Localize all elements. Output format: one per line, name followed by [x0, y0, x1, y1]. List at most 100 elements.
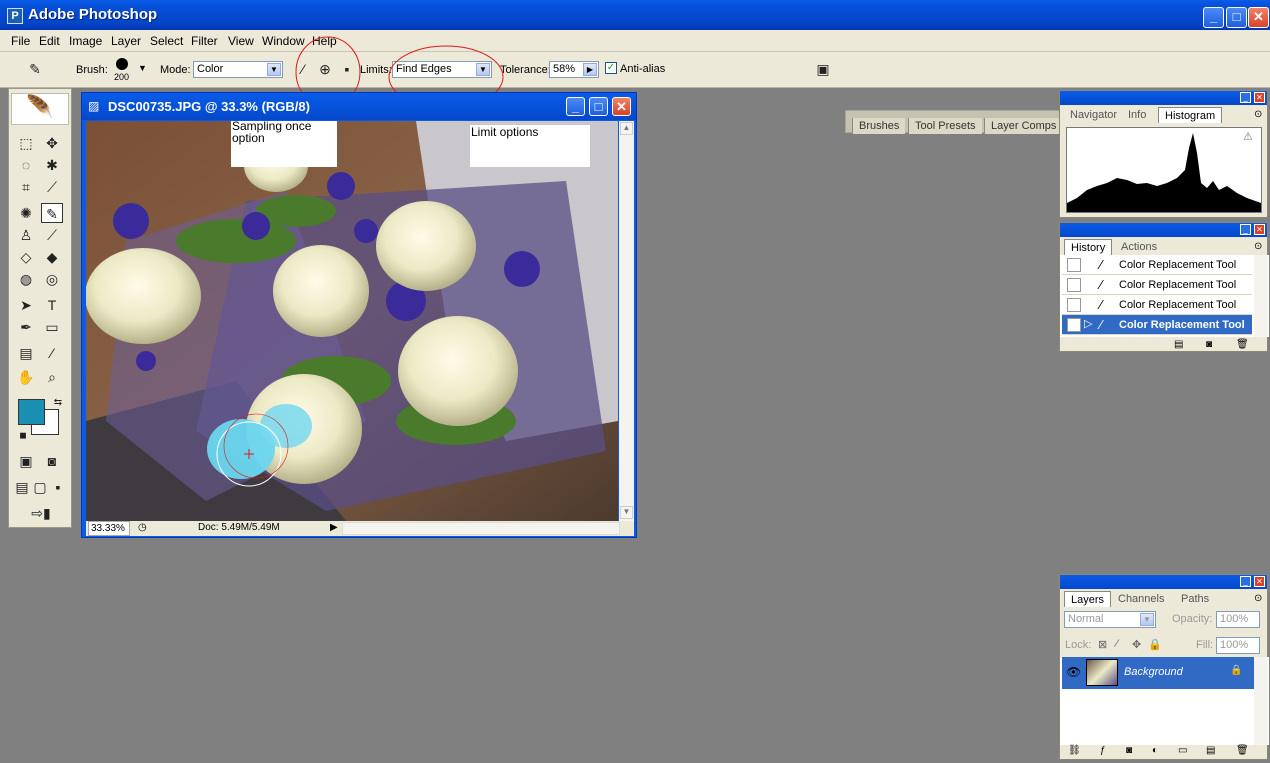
- panel-menu-icon[interactable]: ⊙: [1254, 241, 1262, 252]
- link-layers-icon[interactable]: ⛓: [1068, 745, 1081, 756]
- screen-mode-full-menu-icon[interactable]: ▢: [31, 477, 49, 497]
- menu-help[interactable]: Help: [312, 34, 337, 48]
- path-selection-tool-icon[interactable]: ➤: [15, 295, 37, 315]
- default-colors-icon[interactable]: ◼: [12, 425, 34, 445]
- panel-close-icon[interactable]: ✕: [1254, 576, 1265, 587]
- panel-minimize-icon[interactable]: _: [1240, 224, 1251, 235]
- screen-mode-full-icon[interactable]: ▪: [49, 477, 67, 497]
- lock-image-icon[interactable]: ⁄: [1116, 638, 1118, 650]
- tab-navigator[interactable]: Navigator: [1064, 107, 1123, 123]
- feather-logo-icon[interactable]: 🪶: [11, 93, 69, 125]
- mode-select[interactable]: Color ▼: [193, 61, 283, 78]
- image-canvas[interactable]: Sampling once option Limit options: [86, 121, 618, 521]
- tab-actions[interactable]: Actions: [1115, 239, 1163, 255]
- scroll-down-icon[interactable]: ▼: [620, 506, 633, 519]
- menu-select[interactable]: Select: [150, 34, 183, 48]
- well-tab-layer-comps[interactable]: Layer Comps: [984, 118, 1063, 134]
- layer-row-background[interactable]: 👁 Background 🔒: [1062, 657, 1254, 689]
- doc-minimize-button[interactable]: _: [566, 97, 585, 116]
- clone-stamp-tool-icon[interactable]: ♙: [15, 225, 37, 245]
- document-title-bar[interactable]: ▨ DSC00735.JPG @ 33.3% (RGB/8) _ □ ✕: [82, 93, 636, 120]
- dodge-tool-icon[interactable]: ◎: [41, 269, 63, 289]
- slider-arrow-icon[interactable]: ▶: [583, 63, 597, 76]
- menu-view[interactable]: View: [228, 34, 254, 48]
- healing-brush-tool-icon[interactable]: ✺: [15, 203, 37, 223]
- close-button[interactable]: ✕: [1248, 7, 1269, 28]
- tab-layers[interactable]: Layers: [1064, 591, 1112, 607]
- doc-maximize-button[interactable]: □: [589, 97, 608, 116]
- move-tool-icon[interactable]: ✥: [41, 133, 63, 153]
- blend-mode-select[interactable]: Normal ▼: [1064, 611, 1156, 628]
- histogram-panel-header[interactable]: _ ✕: [1060, 91, 1267, 105]
- menu-filter[interactable]: Filter: [191, 34, 218, 48]
- jump-to-imageready-icon[interactable]: ⇨▮: [19, 503, 63, 523]
- history-snapshot-checkbox[interactable]: [1067, 298, 1081, 312]
- scroll-up-icon[interactable]: ▲: [620, 122, 633, 135]
- zoom-level[interactable]: 33.33%: [88, 521, 130, 536]
- zoom-tool-icon[interactable]: ⌕: [41, 367, 63, 387]
- blur-tool-icon[interactable]: ◍: [15, 269, 37, 289]
- slice-tool-icon[interactable]: ⟋: [41, 177, 63, 197]
- history-panel-header[interactable]: _ ✕: [1060, 223, 1267, 237]
- history-item[interactable]: ⁄ Color Replacement Tool: [1062, 295, 1252, 315]
- standard-mode-icon[interactable]: ▣: [15, 451, 37, 471]
- maximize-button[interactable]: □: [1226, 7, 1247, 28]
- new-snapshot-icon[interactable]: ◙: [1206, 339, 1212, 350]
- tab-paths[interactable]: Paths: [1175, 591, 1215, 607]
- color-replacement-tool-icon[interactable]: ✎: [41, 203, 63, 223]
- eraser-tool-icon[interactable]: ◇: [15, 247, 37, 267]
- foreground-color-swatch[interactable]: [18, 399, 45, 425]
- quick-mask-mode-icon[interactable]: ◙: [41, 451, 63, 471]
- new-group-icon[interactable]: ▭: [1178, 745, 1187, 756]
- layers-panel-header[interactable]: _ ✕: [1060, 575, 1267, 589]
- status-menu-arrow-icon[interactable]: ▶: [330, 522, 338, 533]
- layer-style-icon[interactable]: ƒ: [1100, 745, 1106, 756]
- tab-channels[interactable]: Channels: [1112, 591, 1170, 607]
- lasso-tool-icon[interactable]: ◌: [15, 155, 37, 175]
- doc-close-button[interactable]: ✕: [612, 97, 631, 116]
- adjustment-layer-icon[interactable]: ◐: [1152, 745, 1158, 756]
- menu-layer[interactable]: Layer: [111, 34, 141, 48]
- panel-close-icon[interactable]: ✕: [1254, 224, 1265, 235]
- rectangle-tool-icon[interactable]: ▭: [41, 317, 63, 337]
- new-layer-icon[interactable]: ▤: [1206, 745, 1215, 756]
- panel-menu-icon[interactable]: ⊙: [1254, 109, 1262, 120]
- minimize-button[interactable]: _: [1203, 7, 1224, 28]
- well-tab-brushes[interactable]: Brushes: [852, 118, 906, 134]
- panel-close-icon[interactable]: ✕: [1254, 92, 1265, 103]
- paint-bucket-tool-icon[interactable]: ◆: [41, 247, 63, 267]
- tab-history[interactable]: History: [1064, 239, 1113, 255]
- panel-minimize-icon[interactable]: _: [1240, 576, 1251, 587]
- new-document-from-state-icon[interactable]: ▤: [1174, 339, 1183, 350]
- history-brush-tool-icon[interactable]: ⟋: [41, 225, 63, 245]
- swap-colors-icon[interactable]: ⇆: [47, 393, 69, 413]
- tab-histogram[interactable]: Histogram: [1158, 107, 1223, 123]
- tolerance-input[interactable]: 58% ▶: [549, 61, 599, 78]
- eyedropper-tool-icon[interactable]: ⁄: [41, 343, 63, 363]
- menu-file[interactable]: File: [11, 34, 30, 48]
- well-tab-tool-presets[interactable]: Tool Presets: [908, 118, 982, 134]
- opacity-input[interactable]: 100%: [1216, 611, 1260, 628]
- crop-tool-icon[interactable]: ⌗: [15, 177, 37, 197]
- panel-minimize-icon[interactable]: _: [1240, 92, 1251, 103]
- history-item[interactable]: ⁄ Color Replacement Tool: [1062, 275, 1252, 295]
- sampling-once-icon[interactable]: ⊕: [314, 59, 336, 79]
- history-scrollbar[interactable]: [1254, 255, 1268, 337]
- trash-icon[interactable]: 🗑: [1236, 745, 1249, 756]
- magic-wand-tool-icon[interactable]: ✱: [41, 155, 63, 175]
- palette-toggle-icon[interactable]: ▣: [812, 59, 834, 79]
- tab-info[interactable]: Info: [1122, 107, 1152, 123]
- fill-input[interactable]: 100%: [1216, 637, 1260, 654]
- sampling-background-swatch-icon[interactable]: ▪: [336, 59, 358, 79]
- color-replacement-tool-preset-icon[interactable]: ✎: [24, 59, 46, 79]
- layers-scrollbar[interactable]: [1254, 657, 1268, 745]
- sampling-continuous-icon[interactable]: ⁄: [292, 59, 314, 79]
- history-item[interactable]: ⁄ Color Replacement Tool: [1062, 255, 1252, 275]
- layer-mask-icon[interactable]: ◙: [1126, 745, 1132, 756]
- menu-edit[interactable]: Edit: [39, 34, 60, 48]
- notes-tool-icon[interactable]: ▤: [15, 343, 37, 363]
- panel-menu-icon[interactable]: ⊙: [1254, 593, 1262, 604]
- history-item-active[interactable]: ▷ ⁄ Color Replacement Tool: [1062, 315, 1252, 335]
- menu-image[interactable]: Image: [69, 34, 102, 48]
- document-vertical-scrollbar[interactable]: ▲ ▼: [619, 121, 634, 521]
